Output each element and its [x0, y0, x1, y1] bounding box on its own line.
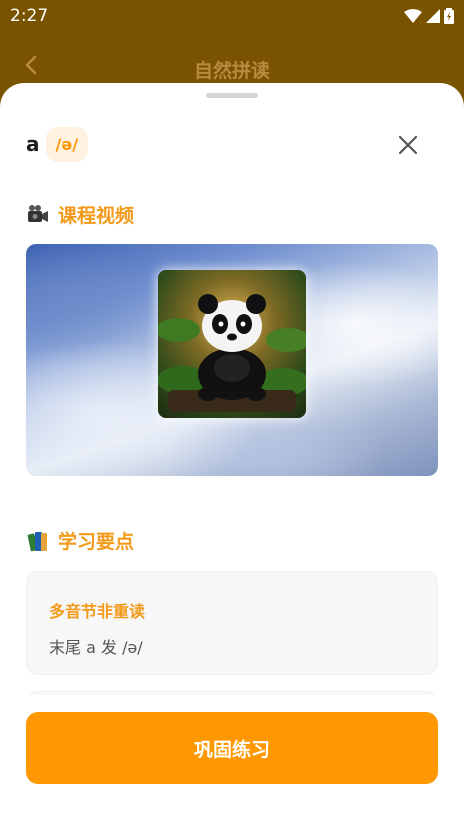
point-title: 多音节非重读	[49, 602, 146, 621]
bottom-sheet: a /ə/ 课程视频 学习要点 多音节非重读 末尾 a 发 /ə/ 巩固练习	[0, 83, 464, 826]
letter-label: a	[26, 132, 40, 156]
signal-icon	[426, 9, 440, 23]
status-bar: 2:27	[0, 0, 464, 32]
battery-icon	[444, 8, 454, 24]
video-section-title: 课程视频	[26, 201, 134, 228]
page-title: 自然拼读	[193, 60, 270, 82]
phonetic-badge: /ə/	[45, 126, 89, 162]
point-description: 末尾 a 发 /ə/	[49, 638, 143, 657]
video-section-label: 课程视频	[58, 205, 135, 227]
status-icons	[404, 8, 454, 24]
drag-handle[interactable]	[206, 93, 258, 98]
letter-header: a /ə/	[26, 125, 89, 163]
books-icon	[27, 531, 47, 551]
course-video[interactable]	[26, 244, 438, 476]
practice-button[interactable]: 巩固练习	[26, 712, 438, 784]
wifi-icon	[404, 9, 422, 23]
status-time: 2:27	[10, 6, 49, 26]
panda-thumbnail	[158, 270, 306, 418]
points-section-label: 学习要点	[58, 531, 135, 553]
video-camera-icon	[28, 204, 48, 222]
learning-point-card: 多音节非重读 末尾 a 发 /ə/	[26, 571, 438, 675]
close-icon[interactable]	[396, 133, 420, 157]
points-section-title: 学习要点	[26, 527, 134, 554]
